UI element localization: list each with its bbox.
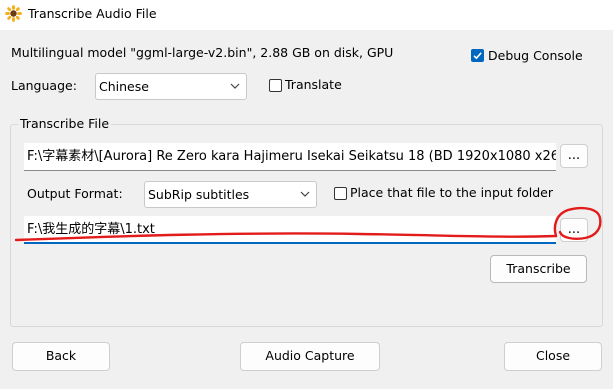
model-info-label: Multilingual model "ggml-large-v2.bin", … bbox=[11, 45, 394, 60]
debug-console-label[interactable]: Debug Console bbox=[488, 48, 583, 63]
language-dropdown[interactable]: Chinese bbox=[95, 73, 247, 100]
output-browse-button[interactable]: ... bbox=[560, 218, 588, 242]
chevron-down-icon bbox=[300, 191, 310, 197]
debug-console-checkbox[interactable] bbox=[471, 49, 484, 62]
window-title: Transcribe Audio File bbox=[28, 6, 157, 21]
sunflower-icon bbox=[5, 5, 22, 22]
input-browse-button[interactable]: ... bbox=[560, 144, 588, 168]
place-in-input-folder-label[interactable]: Place that file to the input folder bbox=[350, 185, 553, 200]
translate-label[interactable]: Translate bbox=[285, 77, 342, 92]
place-in-input-folder-checkbox[interactable] bbox=[334, 187, 347, 200]
chevron-down-icon bbox=[230, 83, 240, 89]
language-label: Language: bbox=[11, 78, 77, 93]
input-file-path-field[interactable]: F:\字幕素材\[Aurora] Re Zero kara Hajimeru I… bbox=[24, 143, 556, 171]
translate-checkbox[interactable] bbox=[269, 79, 282, 92]
output-format-value: SubRip subtitles bbox=[148, 187, 250, 202]
back-button[interactable]: Back bbox=[12, 342, 110, 371]
language-value: Chinese bbox=[99, 79, 149, 94]
checkmark-icon bbox=[473, 52, 482, 60]
output-file-path-field[interactable]: F:\我生成的字幕\1.txt bbox=[24, 216, 556, 244]
output-format-dropdown[interactable]: SubRip subtitles bbox=[144, 181, 317, 208]
transcribe-button[interactable]: Transcribe bbox=[490, 255, 587, 283]
output-format-label: Output Format: bbox=[27, 186, 123, 201]
audio-capture-button[interactable]: Audio Capture bbox=[240, 342, 380, 371]
transcribe-file-group-label: Transcribe File bbox=[18, 116, 112, 131]
close-button[interactable]: Close bbox=[504, 342, 602, 371]
